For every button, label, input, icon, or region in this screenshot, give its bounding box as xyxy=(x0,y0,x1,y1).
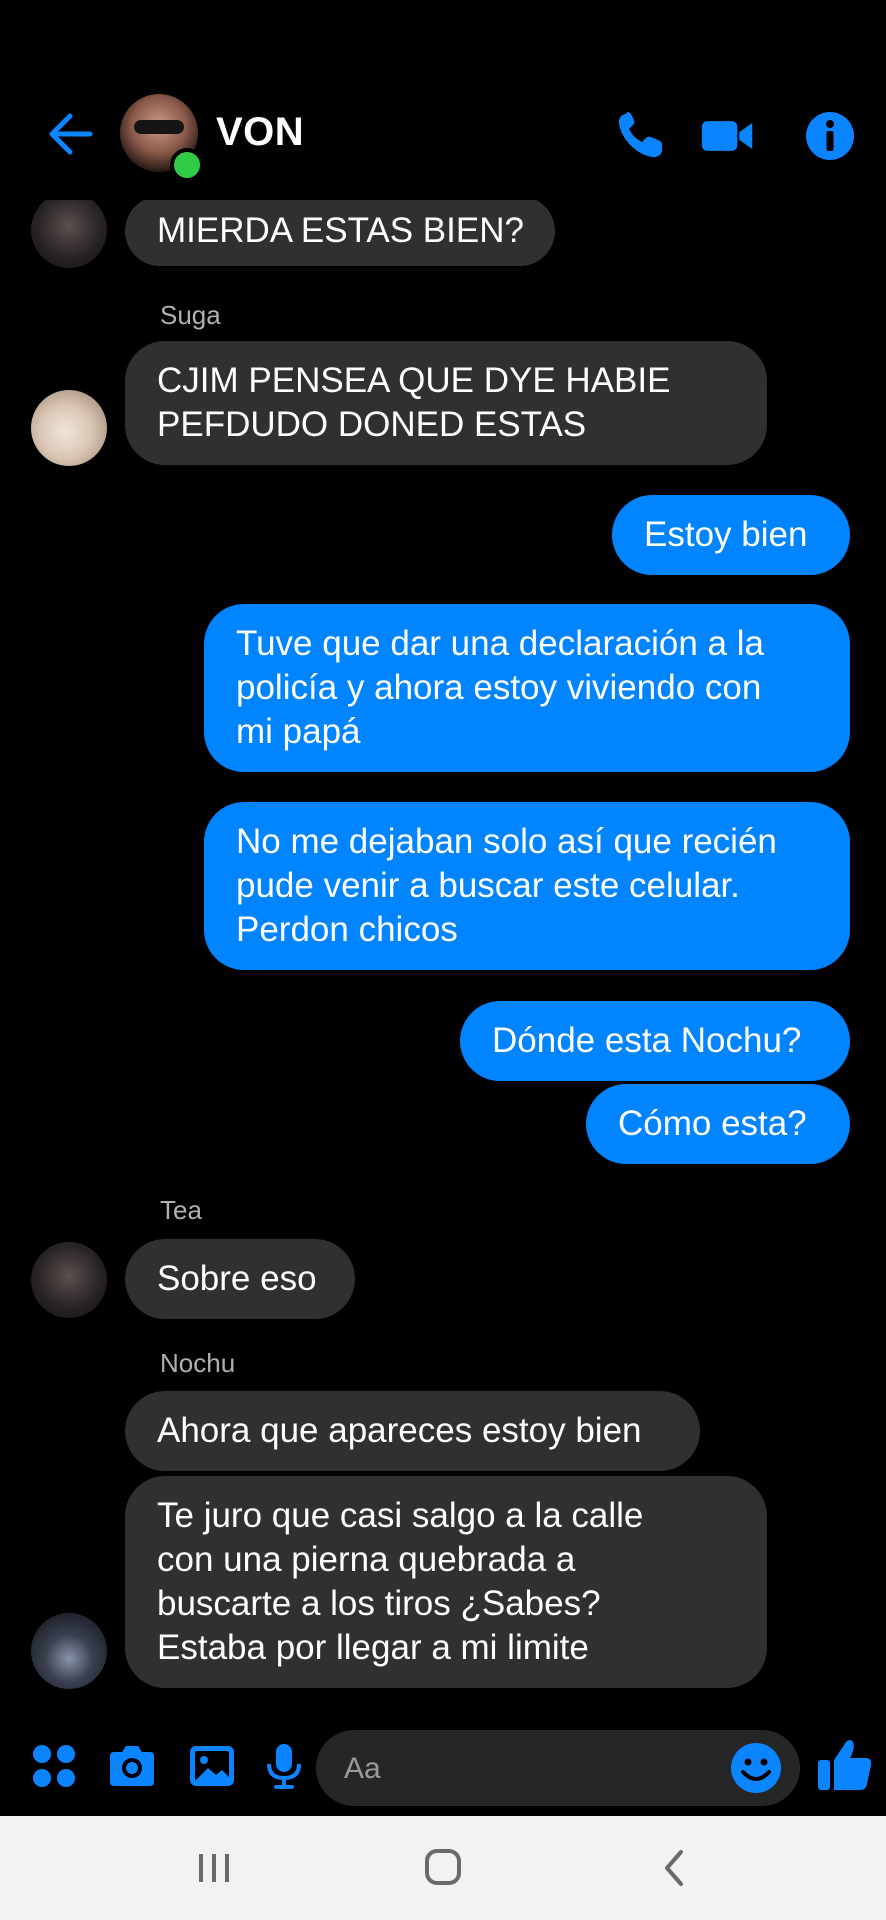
home-icon[interactable] xyxy=(413,1846,473,1890)
sender-avatar[interactable] xyxy=(31,390,107,466)
sender-name: Suga xyxy=(160,300,221,330)
back-arrow-icon[interactable] xyxy=(40,106,96,162)
microphone-icon[interactable] xyxy=(258,1740,310,1792)
message-bubble[interactable]: CJIM PENSEA QUE DYE HABIE PEFDUDO DONED … xyxy=(125,341,767,465)
sender-name: Nochu xyxy=(160,1348,236,1378)
video-camera-icon[interactable] xyxy=(700,108,756,164)
info-icon[interactable] xyxy=(802,108,858,164)
sender-avatar[interactable] xyxy=(31,1242,107,1318)
system-navigation-bar xyxy=(0,1816,886,1920)
sender-avatar[interactable] xyxy=(31,1613,107,1689)
message-bubble[interactable]: Dónde esta Nochu? xyxy=(460,1001,850,1081)
contact-name[interactable]: VON xyxy=(216,110,304,155)
emoji-icon[interactable] xyxy=(728,1740,784,1796)
message-input[interactable] xyxy=(342,1730,726,1808)
message-bubble[interactable]: Sobre eso xyxy=(125,1239,355,1319)
phone-icon[interactable] xyxy=(612,108,668,164)
online-status-dot xyxy=(170,148,204,182)
message-input-container xyxy=(316,1730,800,1808)
apps-grid-icon[interactable] xyxy=(28,1740,80,1792)
message-bubble[interactable]: Estoy bien xyxy=(612,495,850,575)
message-bubble[interactable]: Ahora que apareces estoy bien xyxy=(125,1391,700,1471)
gallery-icon[interactable] xyxy=(186,1740,238,1792)
camera-icon[interactable] xyxy=(106,1740,158,1792)
sender-name: Tea xyxy=(160,1195,202,1225)
chat-header: VON xyxy=(0,0,886,200)
recents-icon[interactable] xyxy=(184,1846,244,1890)
back-icon[interactable] xyxy=(645,1846,705,1890)
message-bubble[interactable]: Te juro que casi salgo a la calle con un… xyxy=(125,1476,767,1688)
message-bubble[interactable]: Cómo esta? xyxy=(586,1084,850,1164)
thumbs-up-icon[interactable] xyxy=(816,1736,874,1794)
message-bubble[interactable]: MIERDA ESTAS BIEN? xyxy=(125,196,555,266)
message-bubble[interactable]: Tuve que dar una declaración a la policí… xyxy=(204,604,850,772)
sender-avatar[interactable] xyxy=(31,192,107,268)
message-bubble[interactable]: No me dejaban solo así que recién pude v… xyxy=(204,802,850,970)
